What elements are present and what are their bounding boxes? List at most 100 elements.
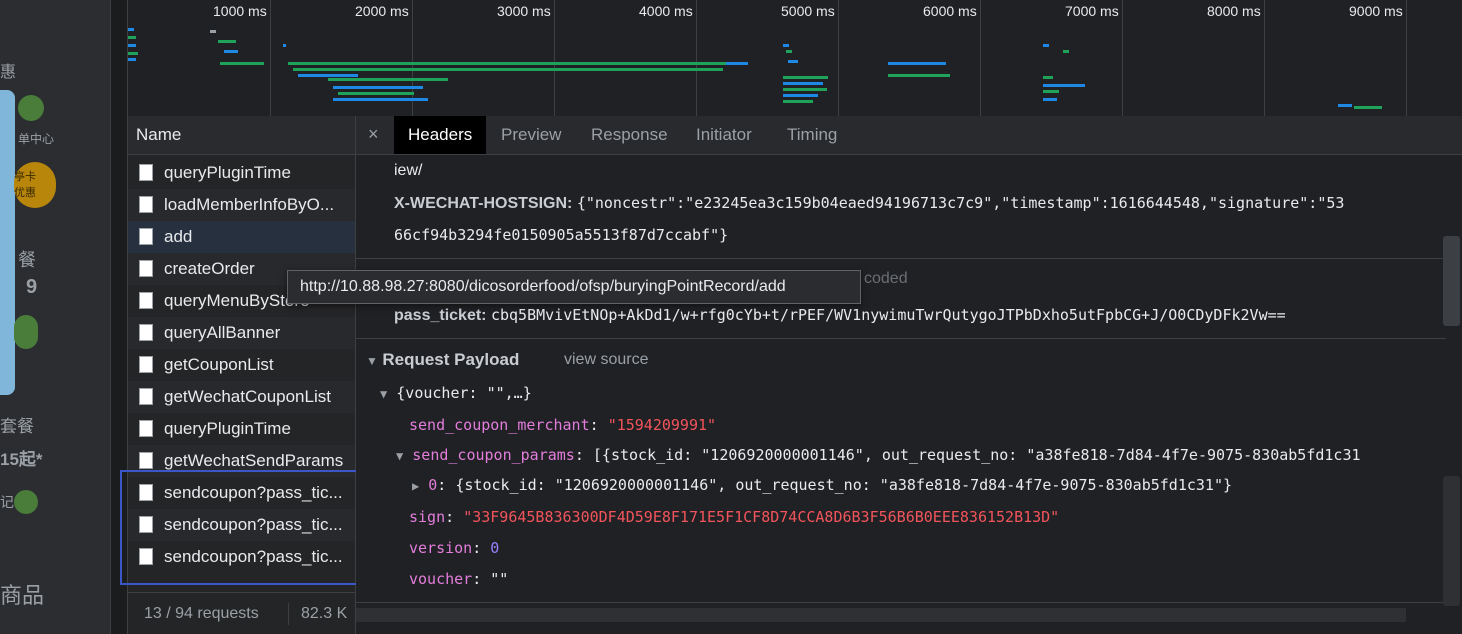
timeline-bar [783,82,823,85]
request-name: loadMemberInfoByO... [164,195,335,214]
vertical-scrollbar-thumb[interactable] [1443,236,1460,326]
json-string: "33F9645B836300DF4D59E8F171E5F1CF8D74CCA… [463,508,1060,526]
strip-text-1: 惠 [0,64,17,81]
name-column-header[interactable]: Name [128,116,355,155]
payload-row-params[interactable]: ▼ send_coupon_params: [{stock_id: "12069… [396,446,1361,464]
expand-triangle-icon[interactable]: ▶ [412,479,419,493]
tab-timing[interactable]: Timing [773,116,851,154]
strip-text-5: 套餐 [0,417,34,436]
collapse-triangle-icon[interactable]: ▼ [396,449,403,463]
header-row-hostsign: X-WECHAT-HOSTSIGN: {"noncestr":"e23245ea… [394,194,1344,213]
document-icon [139,292,153,309]
tab-initiator[interactable]: Initiator [682,116,766,154]
tick-line [554,0,555,116]
request-row[interactable]: queryAllBanner [128,317,355,349]
faded-header-text: coded [864,270,908,287]
status-bar: 13 / 94 requests 82.3 K [128,592,355,634]
timeline-bar [1043,84,1085,87]
strip-text-10: 优惠 [14,187,36,199]
strip-text-8: 商品 [0,583,45,608]
strip-text-9: 亭卡 [14,171,36,183]
request-row[interactable]: getCouponList [128,349,355,381]
timeline-bar [1043,44,1049,47]
request-row[interactable]: queryPluginTime [128,157,355,189]
tick-label: 8000 ms [1207,3,1261,19]
timeline-bar [128,28,134,31]
request-count: 13 / 94 requests [144,605,259,622]
document-icon [139,356,153,373]
json-string: "" [490,570,509,588]
request-name: getWechatSendParams [164,451,344,470]
collapse-triangle-icon[interactable]: ▼ [380,387,387,401]
detail-tabbar: × Headers Preview Response Initiator Tim… [356,116,1462,155]
order-center-icon [18,95,44,121]
tick-line [838,0,839,116]
tick-line [980,0,981,116]
network-overview-timeline[interactable]: 1000 ms 2000 ms 3000 ms 4000 ms 5000 ms … [128,0,1462,117]
timeline-bar [210,30,216,33]
timeline-bar [224,50,238,53]
document-icon [139,452,153,469]
timeline-bar [1043,76,1053,79]
document-icon [139,420,153,437]
collapse-triangle-icon[interactable]: ▼ [366,354,378,368]
tab-response[interactable]: Response [577,116,682,154]
json-number: 0 [490,539,500,557]
timeline-bar [1043,90,1059,93]
section-divider [356,338,1446,339]
timeline-bar [788,60,798,63]
document-icon [139,164,153,181]
document-icon [139,388,153,405]
tick-line [1406,0,1407,116]
tick-label: 9000 ms [1349,3,1403,19]
tab-headers[interactable]: Headers [394,116,487,154]
json-key: version [409,539,473,557]
close-icon[interactable]: × [368,124,379,145]
payload-row-item-0[interactable]: ▶ 0: {stock_id: "1206920000001146", out_… [412,476,1232,494]
strip-text-2: 单中心 [18,132,55,146]
request-row[interactable]: queryPluginTime [128,413,355,445]
json-key: sign [409,508,446,526]
request-row[interactable]: add [128,221,355,253]
strip-text-4: 9 [26,276,38,298]
tick-label: 3000 ms [497,3,551,19]
tick-line [1122,0,1123,116]
document-icon [139,228,153,245]
tick-line [270,0,271,116]
timeline-bar [283,44,286,47]
json-key: send_coupon_params [412,446,575,464]
vertical-scrollbar-track[interactable] [1443,476,1460,606]
timeline-bar [783,100,813,103]
request-name: queryAllBanner [164,323,281,342]
strip-text-6: 15起* [0,450,43,469]
document-icon [139,196,153,213]
json-key: voucher [409,570,473,588]
tick-label: 5000 ms [781,3,835,19]
horizontal-scrollbar[interactable] [356,608,1406,622]
timeline-bar [888,74,950,77]
timeline-bar [328,78,448,81]
request-payload-header[interactable]: ▼ Request Payload [366,350,519,370]
timeline-bar [288,62,748,65]
timeline-bar [726,62,748,65]
tab-preview[interactable]: Preview [487,116,575,154]
request-row[interactable]: getWechatCouponList [128,381,355,413]
section-divider [356,602,1446,603]
view-source-link[interactable]: view source [564,351,648,369]
payload-root[interactable]: ▼ {voucher: "",…} [380,384,532,402]
request-name: getCouponList [164,355,274,374]
header-key: X-WECHAT-HOSTSIGN: [394,195,573,212]
tick-line [696,0,697,116]
timeline-bar [783,44,789,47]
timeline-bar [888,62,946,65]
timeline-bar [333,98,428,101]
timeline-bar [1354,106,1382,109]
request-row[interactable]: loadMemberInfoByO... [128,189,355,221]
param-key: pass_ticket: [394,307,487,324]
transfer-size: 82.3 K [301,605,348,622]
timeline-bar [338,92,414,95]
section-divider [356,258,1446,259]
timeline-bar [786,50,792,53]
request-name: getWechatCouponList [164,387,331,406]
document-icon [139,260,153,277]
